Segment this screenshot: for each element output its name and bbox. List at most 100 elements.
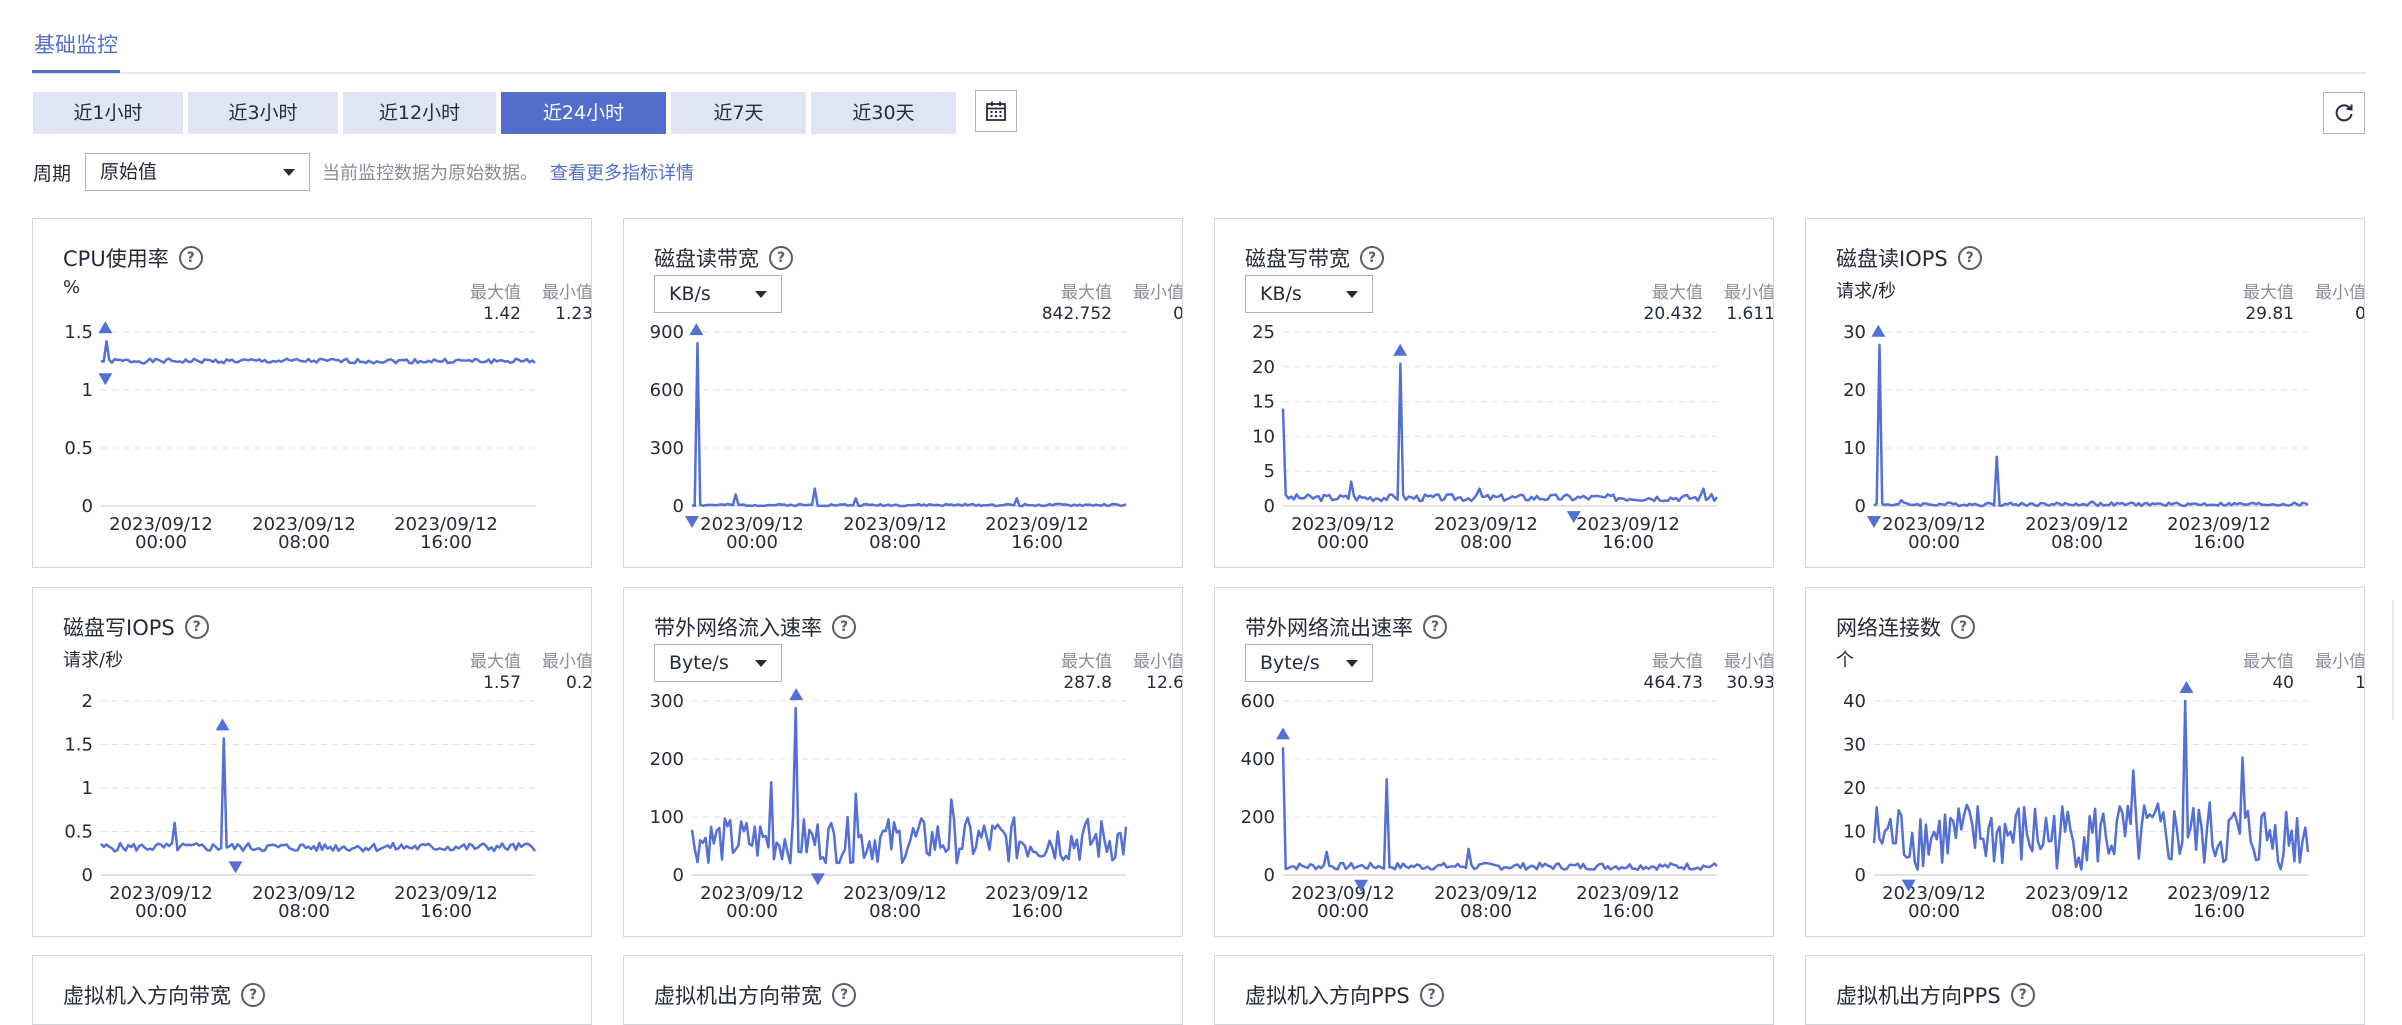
- stat-value: 1.42: [483, 304, 521, 324]
- card-title-text: 虚拟机入方向PPS: [1245, 984, 1410, 1008]
- stat-label: 最小值: [1133, 283, 1183, 303]
- period-note: 当前监控数据为原始数据。: [322, 163, 539, 184]
- y-tick-label: 1: [82, 380, 93, 401]
- x-tick-label: 00:00: [726, 532, 778, 553]
- y-tick-label: 20: [1843, 380, 1866, 401]
- y-tick-label: 10: [1843, 822, 1866, 843]
- time-range-button[interactable]: 近7天: [671, 92, 806, 134]
- refresh-button[interactable]: [2323, 92, 2365, 134]
- y-tick-label: 0.5: [64, 822, 93, 843]
- period-label: 周期: [33, 162, 72, 185]
- metric-card: 300 200 100 0 2023/09/12 00:00 2023/09/12 08:00…: [623, 587, 1183, 937]
- stat-value: 29.81: [2245, 304, 2294, 324]
- stat-label: 最大值: [2243, 652, 2294, 672]
- min-value-stat: 最小值 30.93: [1724, 652, 1774, 694]
- card-title: 磁盘读带宽?: [654, 243, 793, 273]
- y-tick-label: 200: [650, 749, 684, 770]
- tab-bar: 基础监控: [32, 24, 2366, 74]
- y-tick-label: 0: [1264, 496, 1275, 517]
- time-range-button[interactable]: 近1小时: [33, 92, 183, 134]
- unit-select[interactable]: KB/s: [654, 275, 782, 313]
- stat-label: 最大值: [1061, 652, 1112, 672]
- calendar-button[interactable]: [975, 90, 1017, 132]
- help-icon[interactable]: ?: [1423, 615, 1447, 639]
- card-title: 虚拟机入方向带宽?: [63, 980, 265, 1010]
- stat-label: 最小值: [542, 283, 592, 303]
- time-range-button[interactable]: 近3小时: [188, 92, 338, 134]
- stat-value: 1.611: [1726, 304, 1774, 324]
- y-tick-label: 40: [1843, 691, 1866, 712]
- y-tick-label: 0: [1855, 496, 1866, 517]
- y-tick-label: 0: [1264, 865, 1275, 886]
- stat-label: 最大值: [1652, 652, 1703, 672]
- stat-value: 287.8: [1063, 673, 1112, 693]
- max-marker: [2179, 681, 2194, 693]
- y-tick-label: 600: [1241, 691, 1275, 712]
- help-icon[interactable]: ?: [832, 615, 856, 639]
- unit-select[interactable]: KB/s: [1245, 275, 1373, 313]
- min-marker: [1867, 515, 1881, 528]
- time-range-button[interactable]: 近24小时: [501, 92, 666, 134]
- min-value-stat: 最小值 1.611: [1724, 283, 1774, 325]
- max-value-stat: 最大值 40: [2243, 652, 2294, 694]
- chevron-down-icon: [755, 660, 767, 667]
- y-tick-label: 1.5: [64, 735, 93, 756]
- metric-card: 40 30 20 10 0 2023/09/12 00:00 2023/09/12 08:00 2…: [1805, 587, 2365, 937]
- card-title-text: 虚拟机出方向PPS: [1836, 984, 2001, 1008]
- min-value-stat: 最小值 0: [2315, 283, 2364, 325]
- unit-select-value: Byte/s: [1260, 652, 1320, 674]
- max-marker: [689, 323, 704, 336]
- chevron-down-icon: [283, 169, 296, 176]
- help-icon[interactable]: ?: [1360, 246, 1384, 270]
- card-title: 虚拟机出方向带宽?: [654, 980, 856, 1010]
- x-tick-label: 08:00: [2051, 532, 2103, 553]
- card-title-text: 磁盘写IOPS: [63, 616, 175, 640]
- max-value-stat: 最大值 842.752: [1042, 283, 1112, 325]
- help-icon[interactable]: ?: [1957, 246, 1982, 270]
- help-icon[interactable]: ?: [241, 983, 265, 1007]
- series-line: [100, 340, 536, 365]
- y-tick-label: 0: [1855, 865, 1866, 886]
- unit-select[interactable]: Byte/s: [654, 644, 782, 682]
- help-icon[interactable]: ?: [2010, 983, 2035, 1007]
- metric-card: 900 600 300 0 2023/09/12 00:00 2023/09/12 08:00…: [623, 218, 1183, 568]
- help-icon[interactable]: ?: [832, 983, 856, 1007]
- help-icon[interactable]: ?: [184, 615, 209, 639]
- help-icon[interactable]: ?: [178, 246, 203, 270]
- card-title-text: 磁盘写带宽: [1245, 247, 1350, 271]
- metric-details-link[interactable]: 查看更多指标详情: [550, 159, 694, 185]
- time-range-button[interactable]: 近12小时: [343, 92, 496, 134]
- help-icon[interactable]: ?: [1419, 983, 1444, 1007]
- stat-value: 0.2: [565, 673, 592, 693]
- x-tick-label: 08:00: [2051, 901, 2103, 922]
- x-tick-label: 00:00: [726, 901, 778, 922]
- min-marker: [810, 873, 825, 886]
- max-marker: [789, 688, 804, 701]
- unit-select[interactable]: Byte/s: [1245, 644, 1373, 682]
- min-value-stat: 最小值 1.23: [542, 283, 592, 325]
- x-tick-label: 00:00: [1317, 901, 1369, 922]
- metric-card: 虚拟机入方向PPS?: [1214, 955, 1774, 1025]
- chevron-down-icon: [755, 291, 767, 298]
- y-tick-label: 600: [650, 380, 684, 401]
- y-tick-label: 10: [1252, 426, 1275, 447]
- y-tick-label: 5: [1264, 461, 1275, 482]
- stat-label: 最小值: [1724, 652, 1774, 672]
- metric-card: 虚拟机出方向PPS?: [1805, 955, 2365, 1025]
- metric-card: 25 20 15 10 5 0 2023/09/12 00:00 2023/09/12 08:00…: [1214, 218, 1774, 568]
- min-marker: [685, 515, 699, 528]
- tab-basic-monitoring[interactable]: 基础监控: [32, 28, 120, 73]
- max-value-stat: 最大值 287.8: [1061, 652, 1112, 694]
- help-icon[interactable]: ?: [1951, 615, 1975, 639]
- y-tick-label: 20: [1252, 357, 1275, 378]
- series-line: [690, 706, 1128, 865]
- stat-value: 30.93: [1726, 673, 1774, 693]
- time-range-button[interactable]: 近30天: [811, 92, 956, 134]
- period-select[interactable]: 原始值: [85, 153, 311, 191]
- card-title-text: 虚拟机出方向带宽: [654, 984, 822, 1008]
- help-icon[interactable]: ?: [769, 246, 793, 270]
- card-title: 虚拟机出方向PPS?: [1836, 980, 2035, 1010]
- y-tick-label: 25: [1252, 322, 1275, 343]
- period-select-value: 原始值: [100, 161, 158, 183]
- y-tick-label: 1.5: [64, 322, 93, 343]
